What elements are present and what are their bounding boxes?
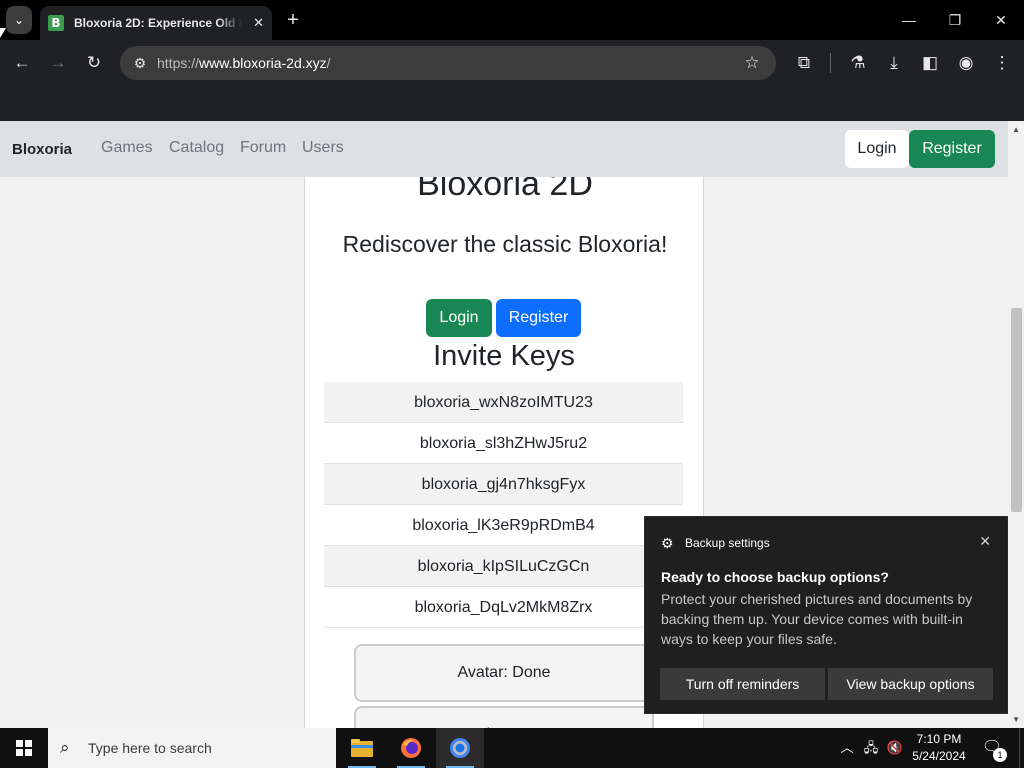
labs-flask-icon[interactable]: ⚗	[846, 51, 870, 75]
favicon-icon: B	[48, 15, 64, 31]
mouse-cursor-icon	[0, 28, 6, 38]
turn-off-reminders-button[interactable]: Turn off reminders	[660, 668, 825, 700]
toast-body: Protect your cherished pictures and docu…	[661, 591, 973, 647]
folder-icon	[351, 739, 373, 757]
nav-login-button[interactable]: Login	[845, 130, 909, 168]
gear-icon: ⚙	[661, 535, 674, 551]
nav-link-forum[interactable]: Forum	[240, 139, 286, 157]
restore-button[interactable]: ❐	[932, 8, 978, 32]
forward-arrow-icon[interactable]: →	[46, 51, 70, 75]
reload-icon[interactable]: ↻	[82, 51, 106, 75]
table-row: bloxoria_lK3eR9pRDmB4	[324, 505, 683, 546]
chrome-app[interactable]	[436, 728, 484, 768]
scroll-down-arrow-icon[interactable]: ▼	[1012, 715, 1020, 724]
scroll-up-arrow-icon[interactable]: ▲	[1012, 125, 1020, 134]
menu-kebab-icon[interactable]: ⋮	[990, 51, 1014, 75]
network-icon[interactable]: 🖧	[862, 739, 880, 757]
chevron-up-icon[interactable]: ︿	[838, 739, 856, 757]
browser-tab-active[interactable]: B Bloxoria 2D: Experience Old Bloxoria ✕	[40, 6, 272, 40]
site-info-icon[interactable]: ⚙	[128, 51, 152, 75]
nav-register-button[interactable]: Register	[909, 130, 995, 168]
search-placeholder: Type here to search	[88, 740, 212, 756]
side-panel-icon[interactable]: ◧	[918, 51, 942, 75]
extensions-icon[interactable]: ⧉	[792, 51, 816, 75]
profile-avatar-icon[interactable]: ◉	[954, 51, 978, 75]
notification-count-badge: 1	[993, 748, 1007, 762]
view-backup-options-button[interactable]: View backup options	[828, 668, 993, 700]
nav-link-users[interactable]: Users	[302, 139, 344, 157]
clock-date: 5/24/2024	[912, 749, 966, 763]
address-bar[interactable]: ⚙ https://www.bloxoria-2d.xyz/ ☆	[120, 46, 776, 80]
status-catalog: Catalog: Done	[354, 706, 654, 728]
browser-toolbar: ← → ↻ ⚙ https://www.bloxoria-2d.xyz/ ☆ ⧉…	[0, 40, 1024, 86]
search-icon: ⌕	[60, 738, 70, 757]
bookmark-bar	[0, 86, 1024, 121]
nav-link-games[interactable]: Games	[101, 139, 153, 157]
minimize-button[interactable]: —	[886, 8, 932, 32]
toast-app-name: Backup settings	[685, 536, 770, 550]
nav-link-catalog[interactable]: Catalog	[169, 139, 224, 157]
download-icon[interactable]: ⤓	[882, 51, 906, 75]
firefox-icon	[401, 738, 421, 758]
toolbar-divider	[830, 53, 831, 73]
show-desktop-button[interactable]	[1019, 728, 1024, 768]
tab-search-button[interactable]: ⌄	[6, 6, 32, 34]
hero-login-button[interactable]: Login	[426, 299, 492, 337]
table-row: bloxoria_wxN8zoIMTU23	[324, 382, 683, 423]
window-close-button[interactable]: ✕	[978, 8, 1024, 32]
new-tab-button[interactable]: +	[282, 9, 304, 31]
chevron-down-icon: ⌄	[13, 13, 25, 27]
page-scrollbar[interactable]: ▲ ▼	[1008, 121, 1024, 728]
windows-taskbar: ⌕ Type here to search ︿ 🖧 🔇 7:10 PM 5/24…	[0, 728, 1024, 768]
start-button[interactable]	[0, 728, 48, 768]
table-row: bloxoria_kIpSILuCzGCn	[324, 546, 683, 587]
table-row: bloxoria_gj4n7hksgFyx	[324, 464, 683, 505]
close-icon[interactable]: ✕	[979, 533, 991, 550]
table-row: bloxoria_sl3hZHwJ5ru2	[324, 423, 683, 464]
windows-logo-icon	[16, 740, 32, 756]
invite-keys-table: bloxoria_wxN8zoIMTU23 bloxoria_sl3hZHwJ5…	[324, 382, 683, 628]
taskbar-clock[interactable]: 7:10 PM 5/24/2024	[904, 731, 974, 765]
hero-register-button[interactable]: Register	[496, 299, 581, 337]
site-navbar: Bloxoria Games Catalog Forum Users Login…	[0, 121, 1008, 177]
tab-title: Bloxoria 2D: Experience Old Bloxoria	[74, 16, 242, 30]
site-brand[interactable]: Bloxoria	[12, 141, 72, 158]
page-subtitle: Rediscover the classic Bloxoria!	[342, 231, 668, 257]
backup-notification: ⚙ Backup settings ✕ Ready to choose back…	[644, 516, 1008, 714]
invite-keys-heading: Invite Keys	[433, 340, 575, 372]
toast-title: Ready to choose backup options?	[661, 569, 889, 585]
status-avatar: Avatar: Done	[354, 644, 654, 702]
url-text[interactable]: https://www.bloxoria-2d.xyz/	[157, 55, 331, 71]
back-arrow-icon[interactable]: ←	[10, 51, 34, 75]
table-row: bloxoria_DqLv2MkM8Zrx	[324, 587, 683, 628]
scroll-thumb[interactable]	[1011, 308, 1022, 512]
firefox-app[interactable]	[387, 728, 435, 768]
chrome-icon	[450, 738, 470, 758]
clock-time: 7:10 PM	[916, 732, 962, 746]
bookmark-star-icon[interactable]: ☆	[740, 51, 764, 75]
browser-tab-strip: ⌄ B Bloxoria 2D: Experience Old Bloxoria…	[0, 0, 1024, 40]
close-icon[interactable]: ✕	[253, 15, 264, 31]
file-explorer-app[interactable]	[338, 728, 386, 768]
volume-muted-icon[interactable]: 🔇	[886, 739, 904, 757]
taskbar-search[interactable]: ⌕ Type here to search	[48, 728, 336, 768]
